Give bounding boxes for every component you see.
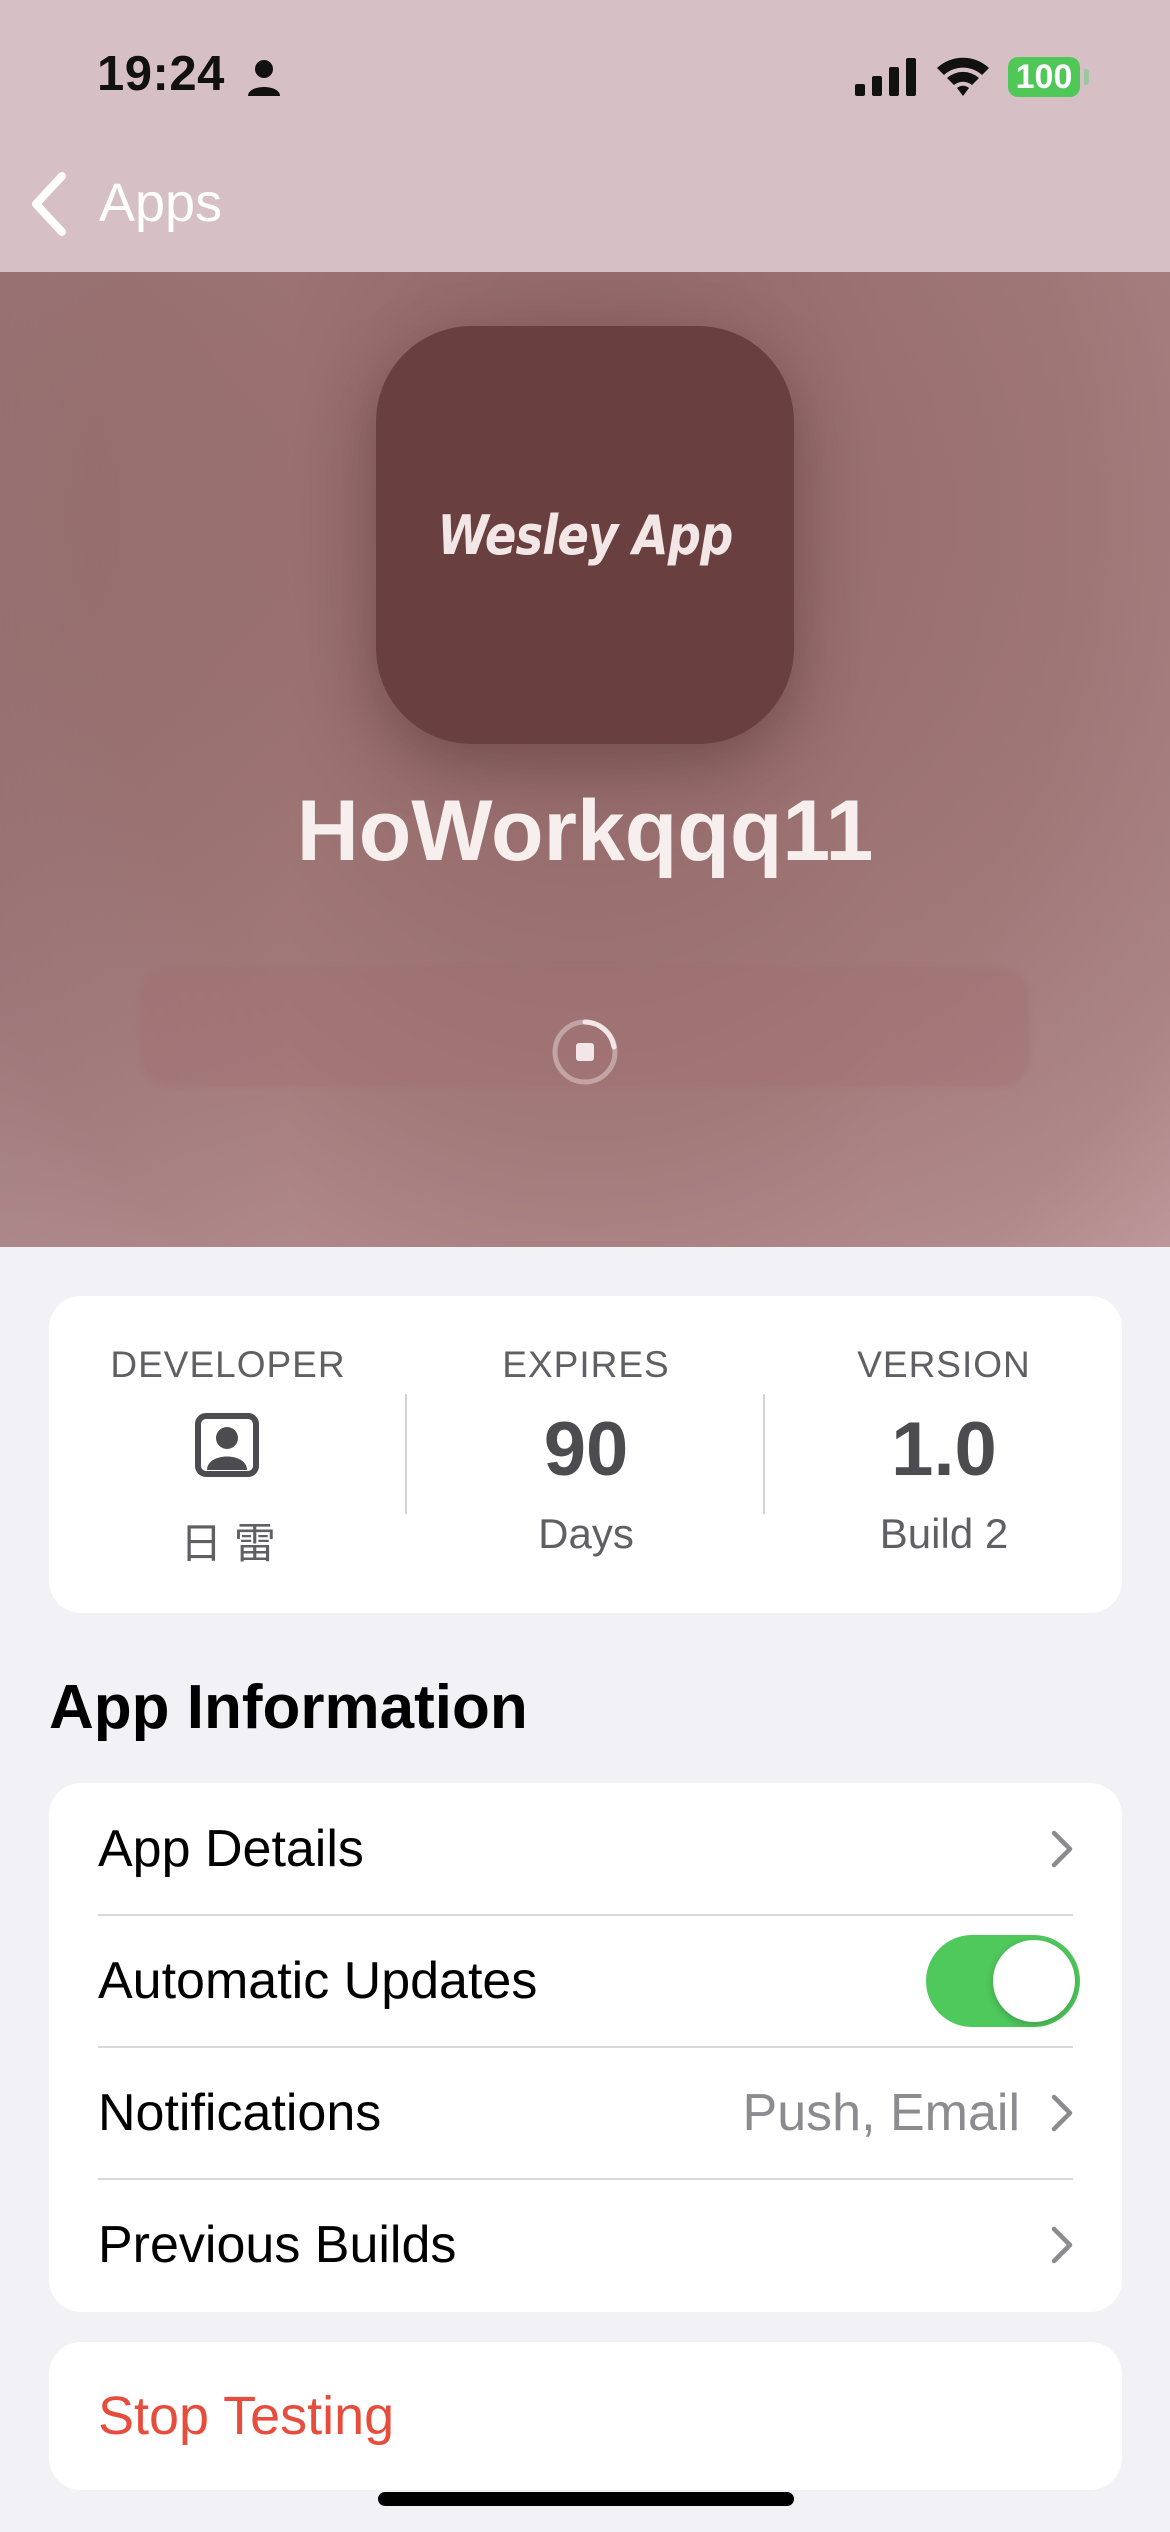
version-value: 1.0 xyxy=(891,1407,997,1492)
chevron-right-icon xyxy=(1051,2226,1073,2264)
developer-column: DEVELOPER 日 雷 xyxy=(49,1296,407,1613)
person-icon xyxy=(248,60,280,96)
toggle-knob xyxy=(993,1940,1075,2022)
version-heading: VERSION xyxy=(857,1344,1031,1385)
stop-testing-button[interactable]: Stop Testing xyxy=(49,2342,1122,2490)
chevron-right-icon xyxy=(1051,1830,1073,1868)
developer-name: 日 雷 xyxy=(180,1520,276,1567)
chevron-right-icon xyxy=(1051,2094,1073,2132)
row-label: App Details xyxy=(98,1820,364,1878)
app-information-list: App Details Automatic Updates Notificati… xyxy=(49,1783,1122,2312)
person-card-icon xyxy=(195,1413,259,1477)
app-icon: Wesley App xyxy=(376,326,794,744)
app-icon-text: Wesley App xyxy=(437,503,733,567)
back-button[interactable]: Apps xyxy=(99,172,222,234)
cellular-signal-icon xyxy=(855,58,916,96)
notifications-row[interactable]: Notifications Push, Email xyxy=(49,2047,1122,2179)
expires-value: 90 xyxy=(543,1407,629,1492)
version-column: VERSION 1.0 Build 2 xyxy=(765,1296,1123,1613)
row-label: Previous Builds xyxy=(98,2216,457,2274)
app-name: HoWorkqqq11 xyxy=(296,783,874,879)
wifi-icon xyxy=(937,57,989,96)
developer-heading: DEVELOPER xyxy=(110,1344,346,1385)
back-chevron-icon[interactable] xyxy=(26,170,70,238)
status-time: 19:24 xyxy=(97,47,225,101)
automatic-updates-toggle[interactable] xyxy=(926,1935,1080,2027)
row-label: Automatic Updates xyxy=(98,1952,538,2010)
automatic-updates-row: Automatic Updates xyxy=(49,1915,1122,2047)
app-details-row[interactable]: App Details xyxy=(49,1783,1122,1915)
previous-builds-row[interactable]: Previous Builds xyxy=(49,2179,1122,2311)
battery-indicator: 100 xyxy=(1008,57,1080,97)
app-summary-card: DEVELOPER 日 雷 EXPIRES 90 Days VERSION 1.… xyxy=(49,1296,1122,1613)
battery-cap xyxy=(1084,69,1089,85)
section-title: App Information xyxy=(49,1673,528,1742)
build-number: Build 2 xyxy=(879,1510,1009,1557)
expires-heading: EXPIRES xyxy=(502,1344,670,1385)
expires-column: EXPIRES 90 Days xyxy=(407,1296,765,1613)
row-label: Notifications xyxy=(98,2084,382,2142)
expires-unit: Days xyxy=(538,1510,634,1557)
app-hero: Wesley App HoWorkqqq11 xyxy=(0,272,1170,1247)
download-progress-stop-icon[interactable] xyxy=(550,1017,620,1087)
stop-testing-label: Stop Testing xyxy=(98,2386,395,2446)
navigation-bar: 19:24 100 Apps xyxy=(0,0,1170,272)
home-indicator[interactable] xyxy=(378,2492,794,2506)
notifications-value: Push, Email xyxy=(742,2084,1020,2142)
